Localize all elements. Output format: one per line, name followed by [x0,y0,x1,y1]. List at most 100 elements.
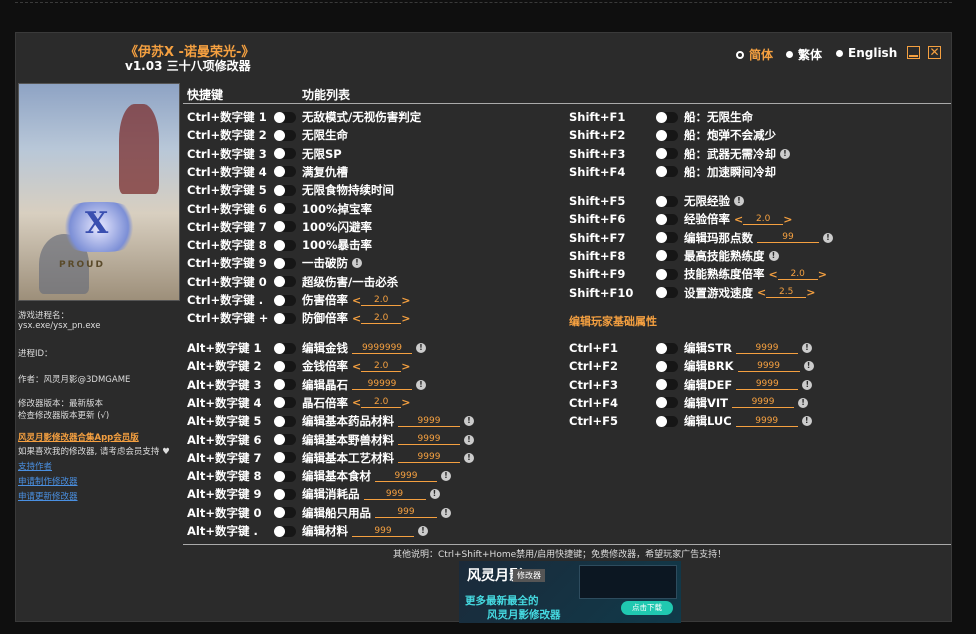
info-icon[interactable]: ! [801,416,812,427]
decrease-arrow-icon[interactable]: < [352,312,361,325]
value-input[interactable]: 9999 [735,343,798,354]
option-toggle[interactable] [656,287,678,298]
option-row: Alt+数字键 9 编辑消耗品 999! [16,485,953,503]
footer-note: 其他说明：Ctrl+Shift+Home禁用/启用快捷键；免费修改器，希望玩家广… [393,550,727,560]
option-toggle[interactable] [274,507,296,519]
option-toggle[interactable] [274,470,296,482]
option-text: 编辑基本工艺材料 [302,450,394,465]
value-stepper[interactable]: <2.0 > [769,268,827,281]
option-toggle[interactable] [656,342,678,354]
decrease-arrow-icon[interactable]: < [769,268,778,281]
decrease-arrow-icon[interactable]: < [734,213,743,226]
info-icon[interactable]: ! [464,434,474,445]
increase-arrow-icon[interactable]: > [806,286,815,299]
features-header: 功能列表 [302,88,351,102]
option-label: 船：武器无需冷却! [684,146,790,162]
option-toggle[interactable] [274,312,296,324]
info-icon[interactable]: ! [734,196,744,206]
hotkey-label: Ctrl+F2 [569,359,619,374]
option-toggle[interactable] [656,268,678,280]
info-icon[interactable]: ! [798,397,809,408]
close-icon[interactable]: ✕ [928,46,941,59]
option-label: 无限经验! [684,193,744,209]
value-stepper[interactable]: <2.5 > [757,286,815,299]
info-icon[interactable]: ! [823,232,833,243]
info-icon[interactable]: ! [768,250,779,261]
value-stepper[interactable]: <2.0 > [734,213,792,226]
ad-screenshot [579,565,677,599]
info-icon[interactable]: ! [802,379,813,390]
option-row: Shift+F7 编辑玛那点数 99! [16,229,953,247]
trainer-window: 《伊苏X -诺曼荣光-》 v1.03 三十八项修改器 简体 繁体 English… [15,32,953,623]
hotkey-label: Shift+F7 [569,230,626,245]
info-icon[interactable]: ! [803,361,814,372]
option-row: Shift+F9 技能熟练度倍率 <2.0 > [16,265,953,283]
option-label: 船：加速瞬间冷却 [684,164,776,180]
option-row: Shift+F5 无限经验! [16,192,953,210]
value-input[interactable]: 99 [757,232,819,244]
value-input[interactable]: 9999 [398,434,460,445]
input-value: 999 [363,489,426,500]
option-text: 防御倍率 [302,311,348,326]
ad-tag: 修改器 [513,569,545,582]
option-toggle[interactable] [656,232,678,244]
option-toggle[interactable] [274,488,296,500]
decrease-arrow-icon[interactable]: < [757,286,766,299]
option-toggle[interactable] [274,525,296,537]
info-icon[interactable]: ! [464,452,474,463]
input-value: 9999 [737,361,800,372]
increase-arrow-icon[interactable]: > [783,213,792,226]
value-input[interactable]: 999 [352,526,414,537]
value-input[interactable]: 999 [375,507,437,519]
ad-download-button[interactable]: 点击下载 [621,601,673,615]
option-toggle[interactable] [656,360,678,372]
option-toggle[interactable] [656,148,678,160]
option-row: Ctrl+F2 编辑BRK 9999! [16,357,953,375]
option-label: 船：无限生命 [684,109,753,125]
input-value: 9999 [732,397,795,409]
option-toggle[interactable] [656,129,678,141]
info-icon[interactable]: ! [441,507,451,518]
minimize-icon[interactable] [907,46,920,59]
option-toggle[interactable] [274,452,296,464]
option-toggle[interactable] [656,397,678,409]
info-icon[interactable]: ! [441,471,451,482]
info-icon[interactable]: ! [429,489,440,500]
info-icon[interactable]: ! [418,526,428,536]
option-toggle[interactable] [656,195,678,207]
increase-arrow-icon[interactable]: > [401,312,410,325]
option-row: Shift+F8 最高技能熟练度! [16,247,953,265]
value-input[interactable]: 9999 [375,471,437,482]
value-input[interactable]: 9999 [732,397,795,409]
option-toggle[interactable] [656,213,678,225]
lang-simplified[interactable]: 简体 [736,46,773,63]
value-stepper[interactable]: <2.0 > [352,312,410,325]
option-row: Shift+F4 船：加速瞬间冷却 [16,163,953,181]
lang-traditional[interactable]: 繁体 [786,46,822,63]
hotkey-label: Shift+F1 [569,110,626,124]
section-title: 编辑玩家基础属性 [569,315,657,328]
info-icon[interactable]: ! [780,148,790,159]
info-icon[interactable]: ! [801,343,812,353]
option-toggle[interactable] [274,434,296,445]
option-toggle[interactable] [656,415,678,427]
value-input[interactable]: 9999 [736,379,799,391]
lang-english[interactable]: English [836,46,897,60]
value-input[interactable]: 9999 [737,361,800,372]
option-toggle[interactable] [656,250,678,262]
value-input[interactable]: 999 [363,489,426,500]
footer-divider [183,544,951,545]
radio-icon [836,49,843,57]
option-row: Ctrl+数字键 + 防御倍率 <2.0 > [16,309,953,327]
option-toggle[interactable] [656,379,678,391]
header-divider [183,103,951,104]
input-value: 9999 [398,434,460,445]
option-toggle[interactable] [656,111,678,123]
value-input[interactable]: 9999 [398,452,460,464]
hotkey-label: Shift+F10 [569,285,634,300]
increase-arrow-icon[interactable]: > [818,268,827,281]
ad-banner[interactable]: 风灵月影 修改器 更多最新最全的 风灵月影修改器 点击下载 [459,561,681,623]
option-toggle[interactable] [656,166,678,178]
option-row: Alt+数字键 0 编辑船只用品 999! [16,504,953,522]
value-input[interactable]: 9999 [735,416,798,427]
